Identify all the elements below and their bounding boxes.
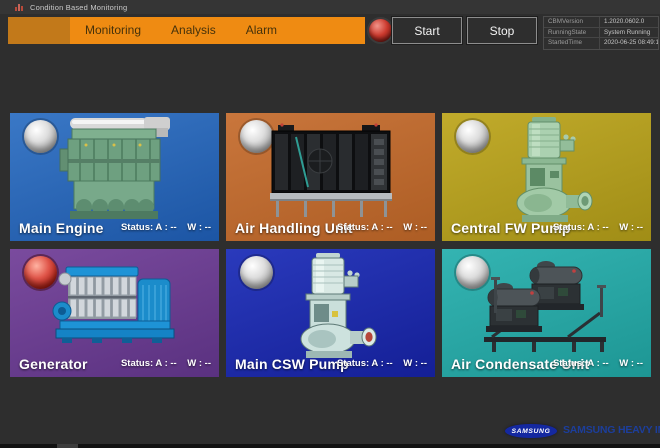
title-bar: Condition Based Monitoring: [0, 0, 660, 14]
tile-status: Status: A : -- W : --: [553, 358, 643, 369]
tab-alarm[interactable]: Alarm: [231, 17, 292, 44]
start-button[interactable]: Start: [392, 17, 462, 44]
nav-tabs: Monitoring Analysis Alarm: [70, 17, 292, 44]
brand-text: SAMSUNG HEAVY INDUSTR: [563, 424, 660, 436]
info-value: System Running: [600, 28, 658, 38]
air-handling-unit-image: [256, 115, 406, 225]
nav-logo-block: [8, 17, 70, 44]
window-title: Condition Based Monitoring: [30, 3, 127, 12]
tile-status: Status: A : -- W : --: [337, 222, 427, 233]
stop-button[interactable]: Stop: [467, 17, 537, 44]
taskbar-strip: [0, 444, 660, 448]
info-label: CBMVersion: [544, 17, 600, 27]
tile-status: Status: A : -- W : --: [337, 358, 427, 369]
samsung-logo-text: SAMSUNG: [512, 428, 551, 435]
app-window: Condition Based Monitoring Monitoring An…: [0, 0, 660, 448]
tile-air-condensate-unit[interactable]: Air Condensate Unit Status: A : -- W : -…: [442, 249, 651, 377]
tile-central-fw-pump[interactable]: Central FW Pump Status: A : -- W : --: [442, 113, 651, 241]
info-row-running-state: RunningState System Running: [544, 28, 658, 39]
info-label: StartedTime: [544, 38, 600, 49]
central-fw-pump-image: [472, 115, 622, 227]
tile-main-csw-pump[interactable]: Main CSW Pump Status: A : -- W : --: [226, 249, 435, 377]
tile-generator[interactable]: Generator Status: A : -- W : --: [10, 249, 219, 377]
tile-air-handling-unit[interactable]: Air Handling Unit Status: A : -- W : --: [226, 113, 435, 241]
info-value: 1.2020.0602.0: [600, 17, 658, 27]
generator-image: [40, 251, 190, 361]
samsung-logo: SAMSUNG: [505, 424, 557, 438]
main-csw-pump-image: [256, 251, 406, 363]
tile-main-engine[interactable]: Main Engine Status: A : -- W : --: [10, 113, 219, 241]
nav-bar: Monitoring Analysis Alarm: [8, 17, 365, 44]
tile-status: Status: A : -- W : --: [121, 222, 211, 233]
info-row-version: CBMVersion 1.2020.0602.0: [544, 17, 658, 28]
tile-label: Generator: [19, 356, 88, 372]
air-condensate-unit-image: [472, 251, 622, 363]
tab-monitoring[interactable]: Monitoring: [70, 17, 156, 44]
tab-analysis[interactable]: Analysis: [156, 17, 231, 44]
system-led-indicator: [369, 19, 392, 42]
info-value: 2020-06-25 08:49:14Z: [600, 38, 658, 49]
chart-icon: [15, 3, 24, 11]
tile-label: Air Handling Unit: [235, 220, 353, 236]
tile-status: Status: A : -- W : --: [553, 222, 643, 233]
tile-status: Status: A : -- W : --: [121, 358, 211, 369]
tile-label: Main CSW Pump: [235, 356, 349, 372]
main-engine-image: [40, 115, 190, 225]
info-row-started-time: StartedTime 2020-06-25 08:49:14Z: [544, 38, 658, 49]
info-label: RunningState: [544, 28, 600, 38]
tile-label: Main Engine: [19, 220, 104, 236]
system-info-table: CBMVersion 1.2020.0602.0 RunningState Sy…: [543, 16, 659, 50]
